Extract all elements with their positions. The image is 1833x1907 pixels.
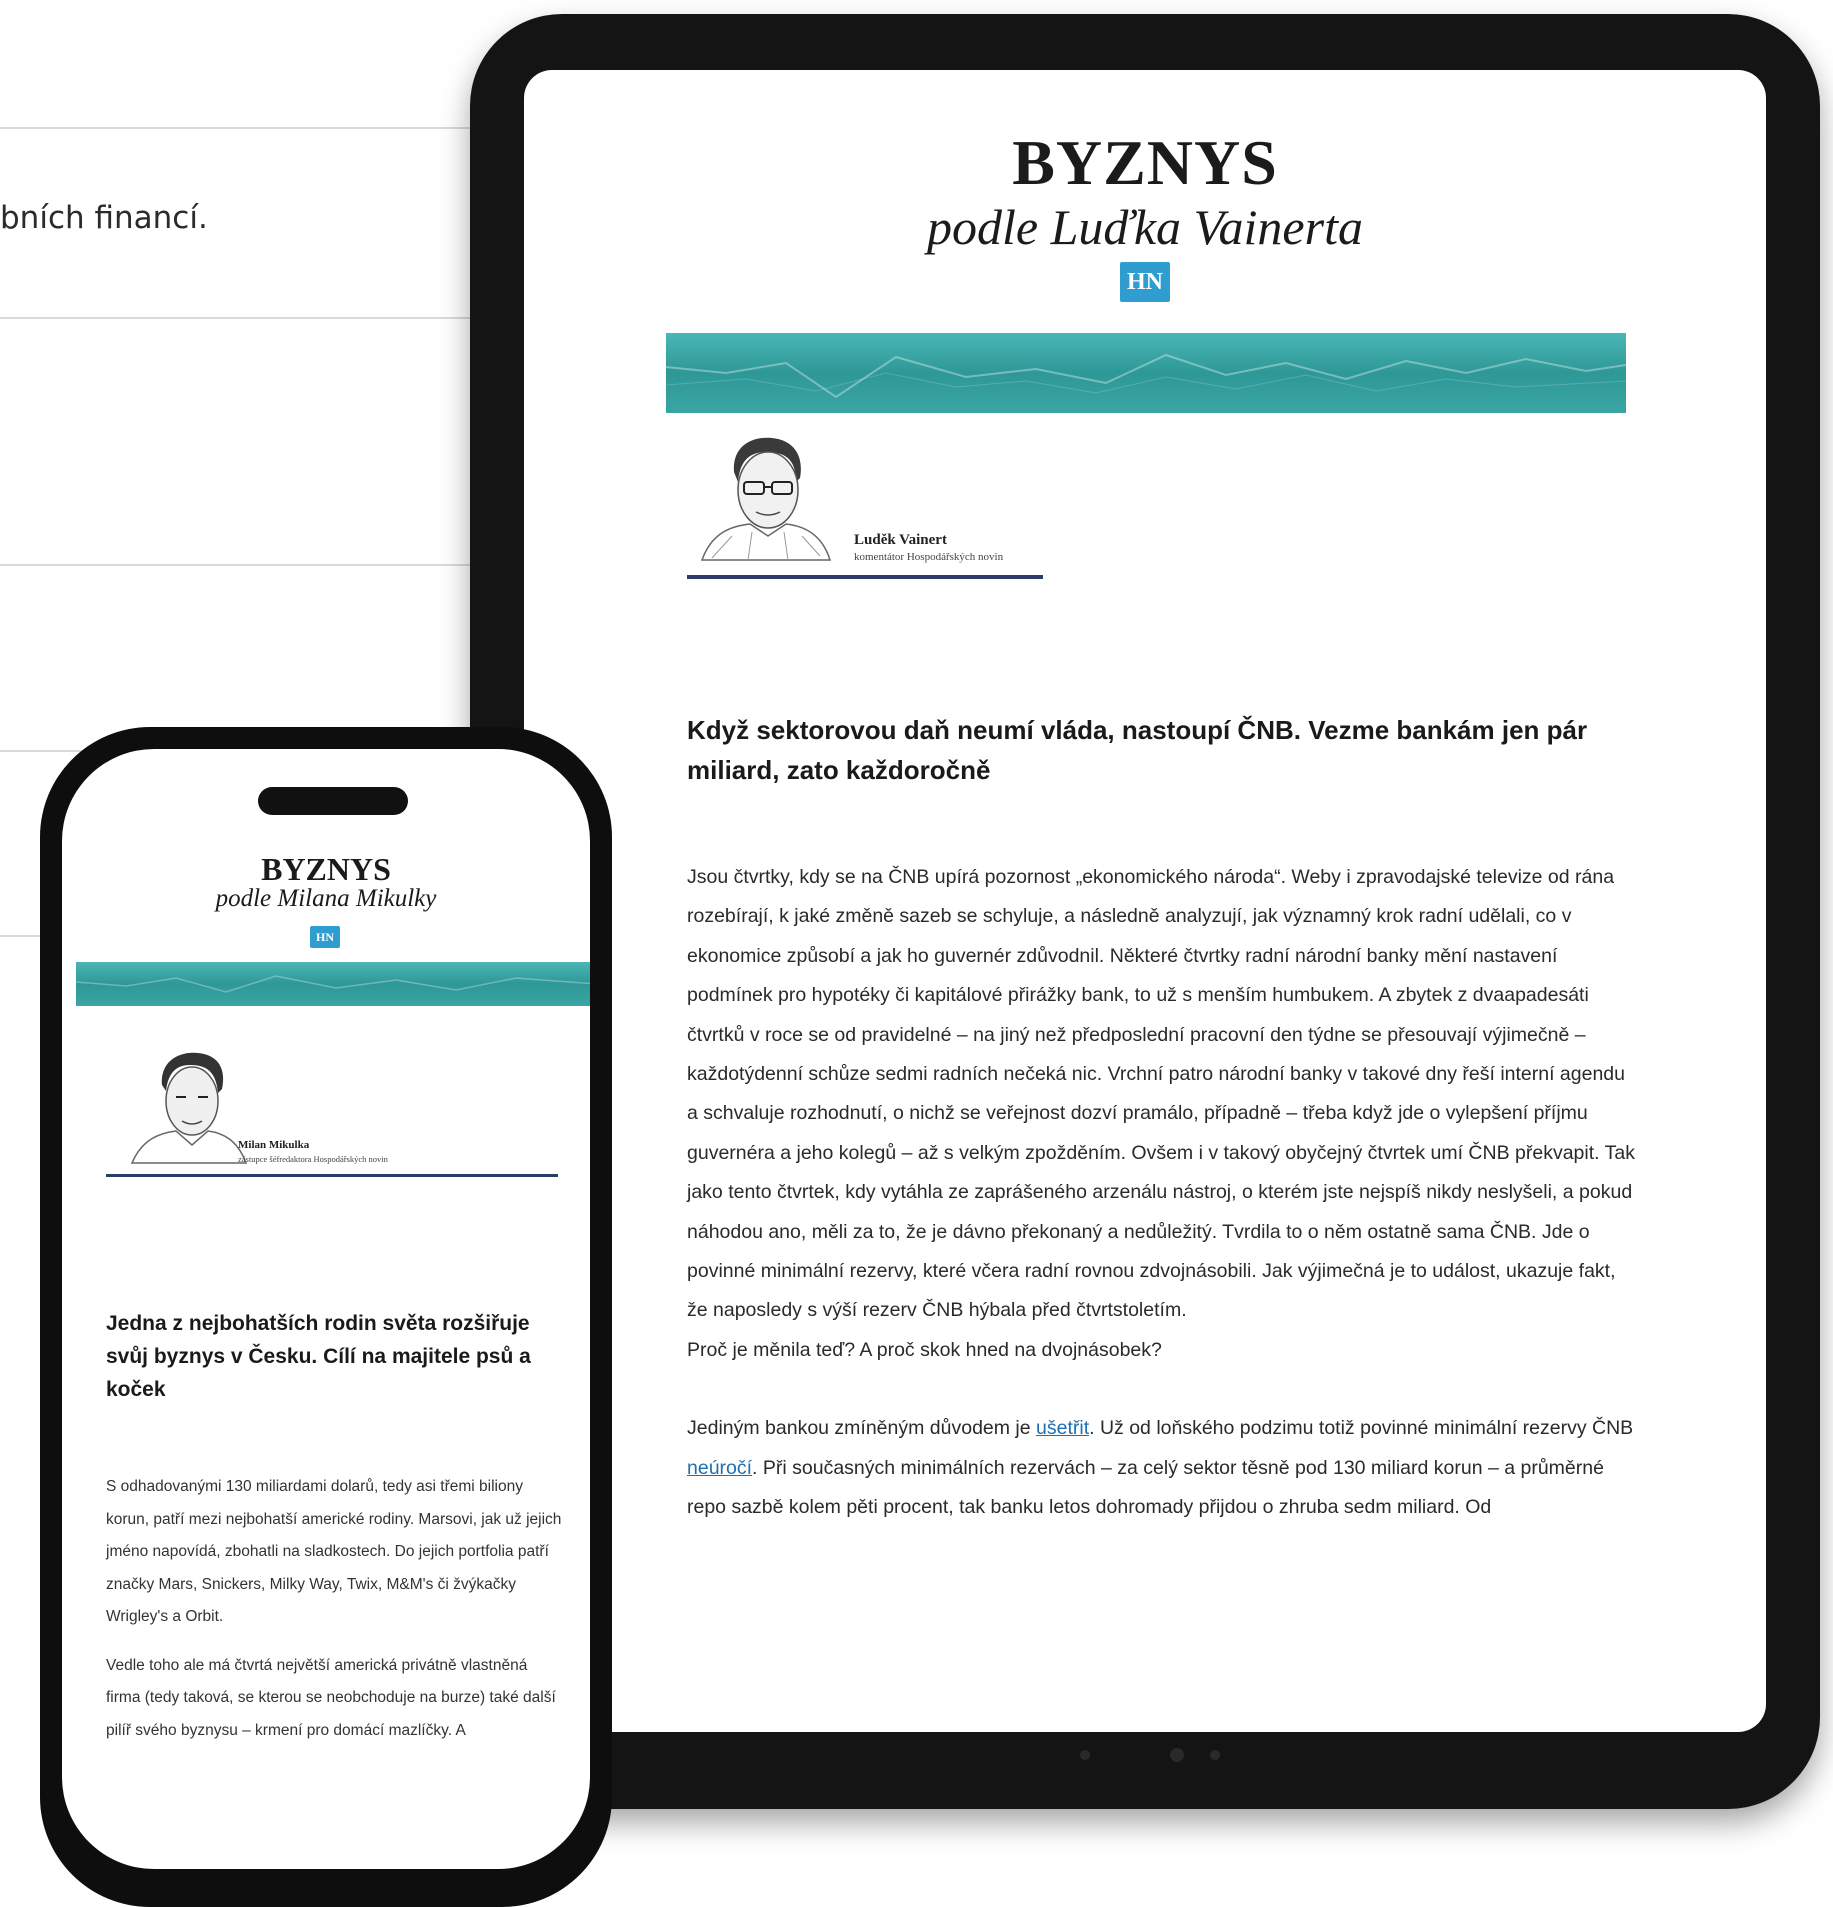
newsletter-brand-title: BYZNYS (1012, 127, 1278, 198)
article-paragraph: Jsou čtvrtky, kdy se na ČNB upírá pozorn… (687, 866, 1635, 1322)
article-paragraph: Jediným bankou zmíněným důvodem je ušetř… (687, 1409, 1637, 1527)
newsletter-brand-subtitle: podle Milana Mikulky (215, 885, 437, 912)
teal-chart-banner (666, 333, 1626, 413)
newsletter-brand-subtitle: podle Luďka Vainerta (927, 199, 1363, 255)
author-underline (106, 1174, 558, 1177)
article-headline[interactable]: Jedna z nejbohatších rodin světa rozšiřu… (106, 1307, 566, 1406)
hn-logo: HN (1120, 262, 1170, 302)
article-paragraph: S odhadovanými 130 miliardami dolarů, te… (106, 1478, 562, 1625)
link-neuroci[interactable]: neúročí (687, 1457, 752, 1479)
text-run: . Už od loňského podzimu totiž povinné m… (1089, 1417, 1634, 1440)
author-name: Luděk Vainert (854, 532, 947, 548)
author-name: Milan Mikulka (238, 1139, 310, 1151)
background-text: bních financí. (0, 200, 208, 236)
hn-logo: HN (310, 926, 340, 948)
newsletter-brand-title: BYZNYS (261, 851, 391, 887)
phone-screen[interactable]: BYZNYS podle Milana Mikulky HN Milan Mik… (62, 749, 590, 1869)
text-run: . Při současných minimálních rezervách –… (687, 1456, 1604, 1519)
divider (0, 564, 470, 566)
banner-line-graphic (76, 975, 590, 993)
article-body: Jsou čtvrtky, kdy se na ČNB upírá pozorn… (687, 858, 1637, 1528)
author-role: zástupce šéfredaktora Hospodářských novi… (238, 1154, 388, 1164)
author-underline (687, 575, 1043, 579)
phone-device: BYZNYS podle Milana Mikulky HN Milan Mik… (40, 727, 612, 1907)
tablet-screen[interactable]: BYZNYS podle Luďka Vainerta HN Luděk Vai… (524, 70, 1766, 1732)
divider (0, 127, 470, 129)
article-body: S odhadovanými 130 miliardami dolarů, te… (106, 1471, 566, 1763)
text-run: Jediným bankou zmíněným důvodem je (687, 1417, 1037, 1440)
tablet-device: BYZNYS podle Luďka Vainerta HN Luděk Vai… (470, 14, 1820, 1809)
teal-chart-banner (76, 962, 590, 1006)
phone-notch (258, 787, 408, 815)
article-headline[interactable]: Když sektorovou daň neumí vláda, nastoup… (687, 710, 1627, 790)
author-role: komentátor Hospodářských novin (854, 551, 1004, 563)
author-portrait-sketch (692, 432, 832, 562)
article-paragraph: Proč je měnila teď? A proč skok hned na … (687, 1338, 1162, 1361)
article-paragraph: Vedle toho ale má čtvrtá největší americ… (106, 1656, 556, 1739)
banner-line-graphic (666, 353, 1626, 399)
divider (0, 317, 470, 319)
author-portrait-sketch (128, 1049, 248, 1165)
tablet-camera-dots (1060, 1742, 1250, 1772)
link-usetrit[interactable]: ušetřit (1036, 1417, 1089, 1439)
